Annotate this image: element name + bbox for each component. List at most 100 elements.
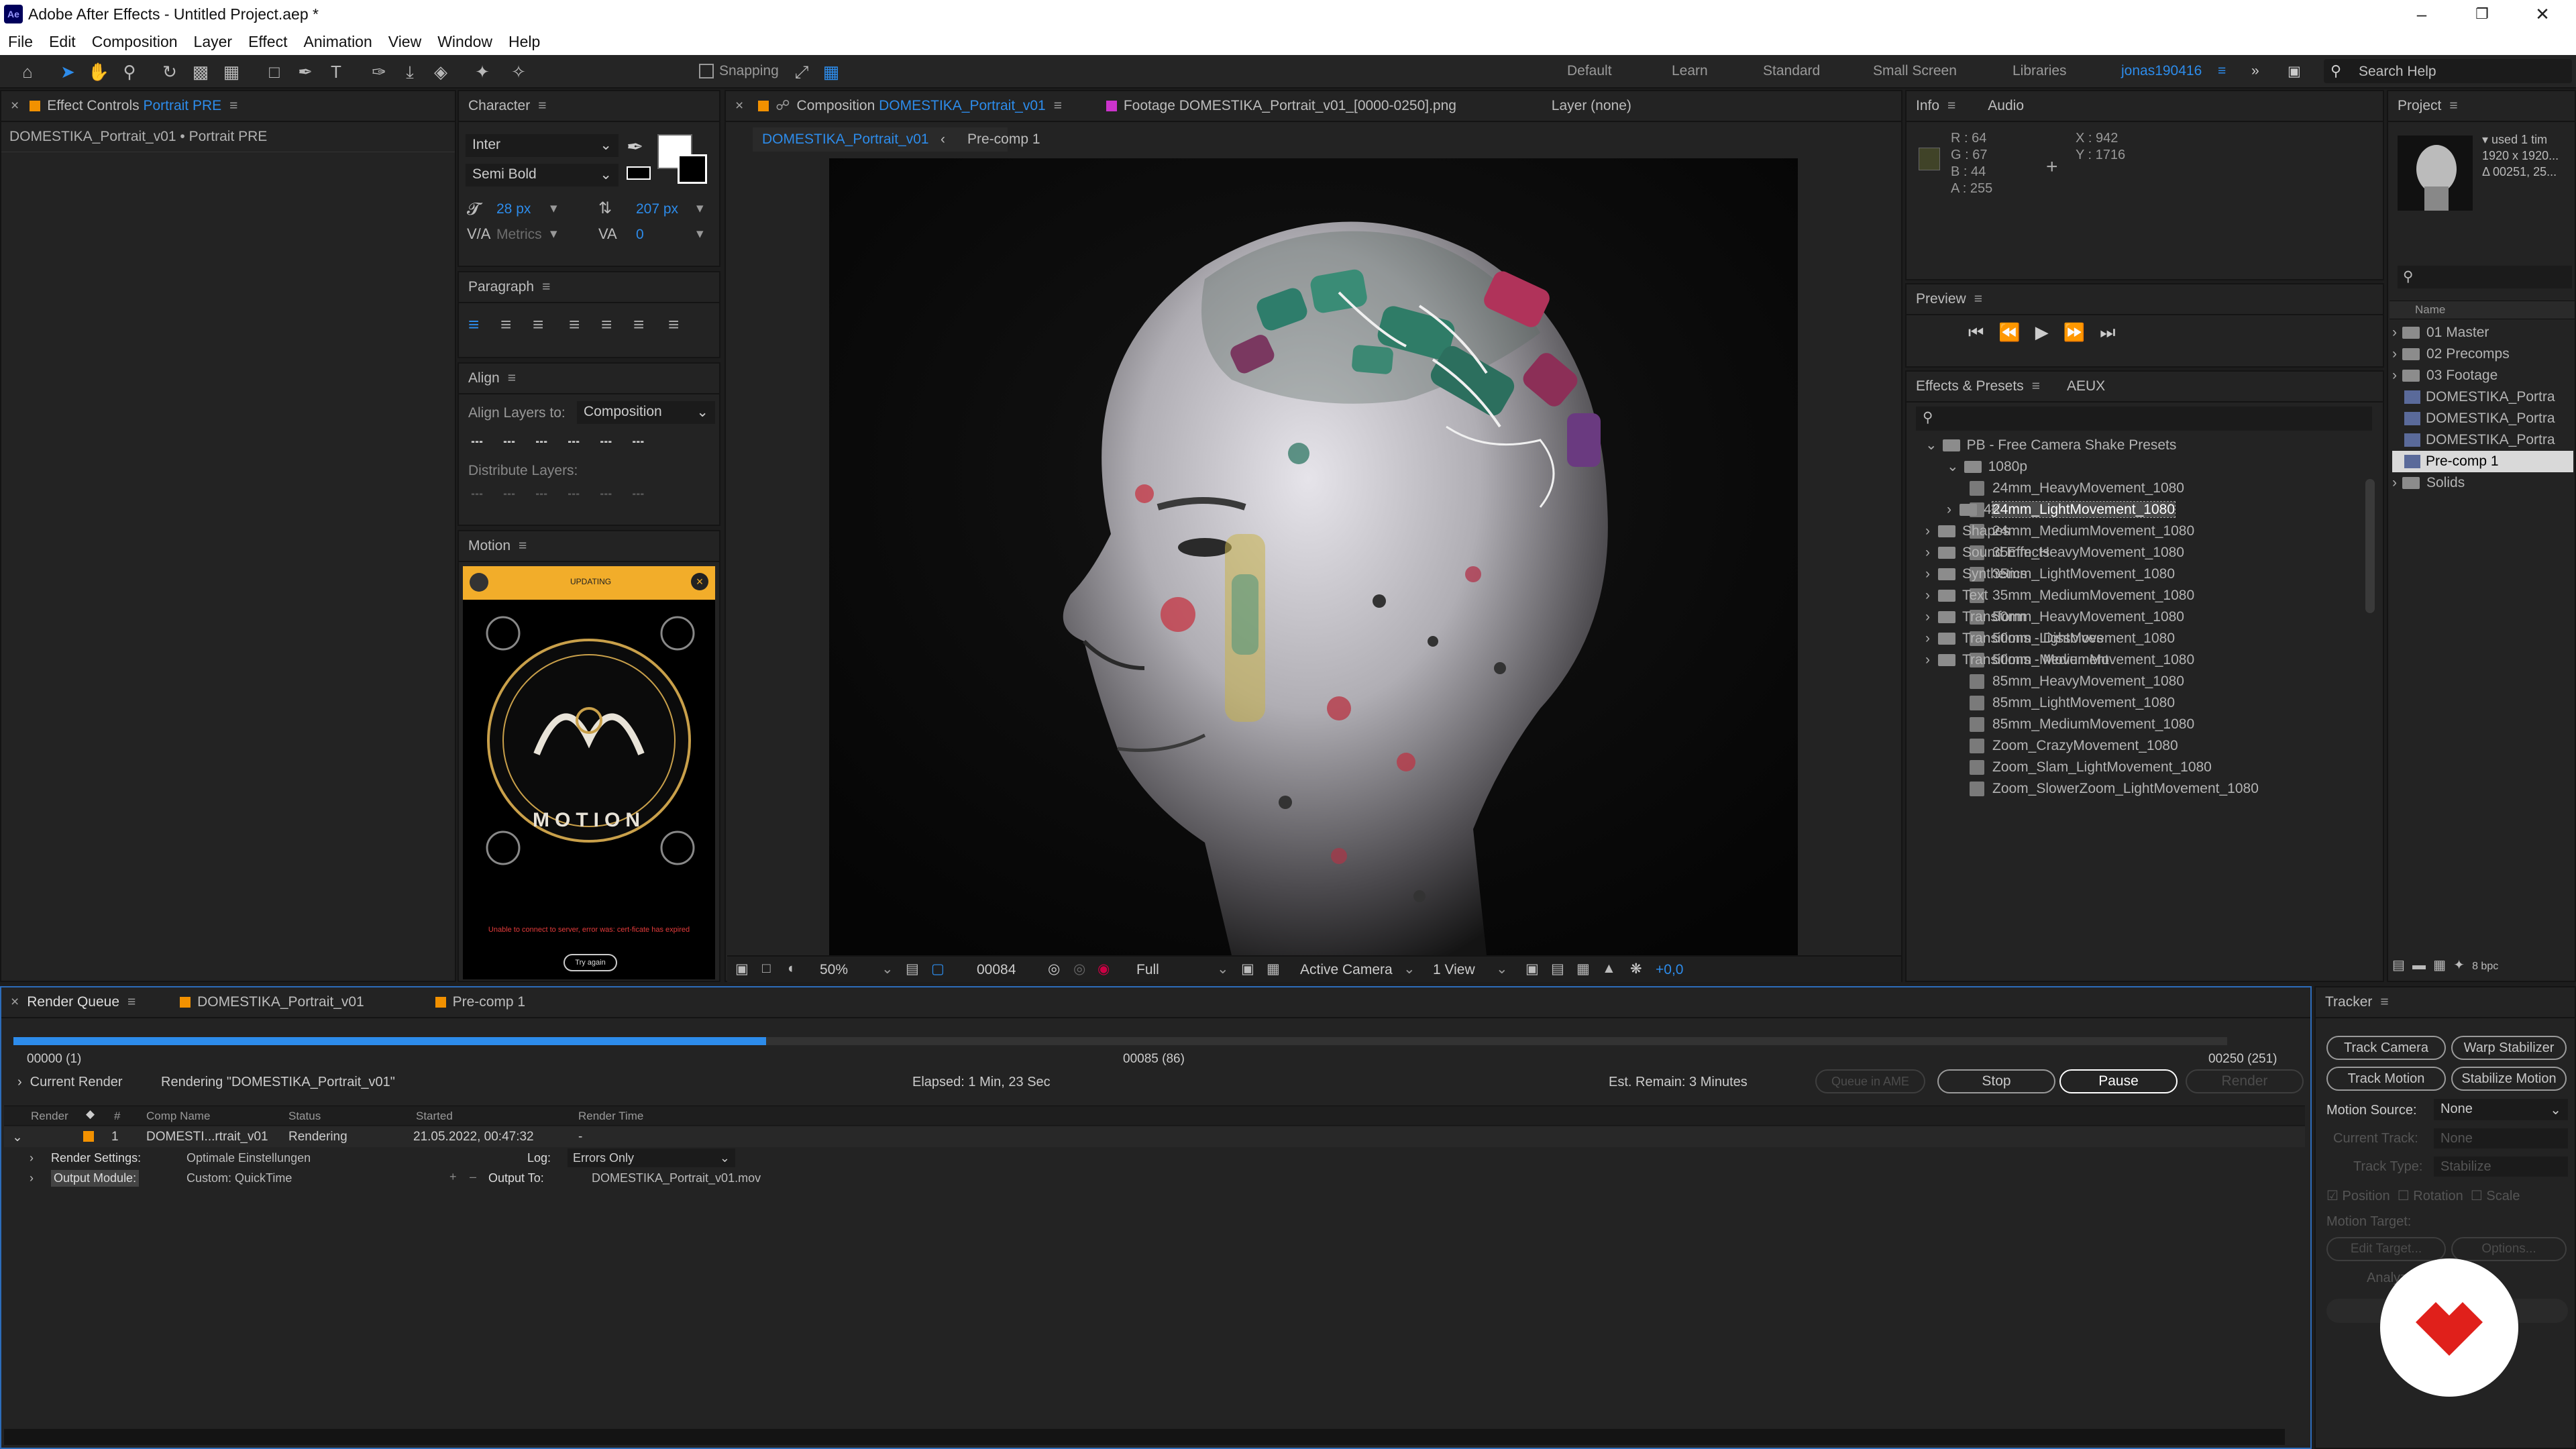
- first-frame-icon[interactable]: ⏮: [1968, 322, 1998, 342]
- render-button[interactable]: Render: [2186, 1069, 2304, 1093]
- previous-frame-icon[interactable]: ⏪: [1998, 322, 2035, 342]
- flowchart-icon[interactable]: ✦: [2453, 958, 2465, 973]
- align-buttons-row[interactable]: ┄┄┄┄┄┄: [471, 431, 664, 454]
- breadcrumb-other[interactable]: Pre-comp 1: [967, 131, 1040, 148]
- more-workspaces-icon[interactable]: »: [2251, 63, 2259, 79]
- snap-grid-icon[interactable]: ▦: [820, 60, 843, 83]
- chevron-down-icon[interactable]: ▾: [550, 200, 557, 217]
- zoom-tool-icon[interactable]: ⚲: [118, 60, 141, 83]
- show-snapshot-icon[interactable]: ◎: [1073, 961, 1085, 977]
- workspace-default[interactable]: Default: [1567, 63, 1612, 79]
- menu-help[interactable]: Help: [500, 28, 548, 55]
- pen-tool-icon[interactable]: ✒: [294, 60, 317, 83]
- audio-tab[interactable]: Audio: [1988, 98, 2024, 113]
- exposure-reset-icon[interactable]: ❋: [1630, 961, 1642, 977]
- workspace-menu-icon[interactable]: ≡: [2218, 63, 2226, 79]
- col-render-time[interactable]: Render Time: [578, 1110, 643, 1123]
- align-left-icon[interactable]: ≡: [468, 314, 479, 335]
- col-started[interactable]: Started: [416, 1110, 453, 1123]
- chevron-down-icon[interactable]: ⌄: [1217, 961, 1229, 977]
- views-value[interactable]: 1 View: [1433, 962, 1475, 978]
- black-white-swatch[interactable]: [627, 166, 651, 180]
- menu-window[interactable]: Window: [429, 28, 500, 55]
- chevron-down-icon[interactable]: ▾: [550, 225, 557, 242]
- snap-icon[interactable]: ⤢: [790, 60, 813, 83]
- resolution-value[interactable]: Full: [1136, 962, 1159, 978]
- transparency-grid-icon[interactable]: ▦: [1267, 961, 1280, 977]
- eraser-tool-icon[interactable]: ◈: [429, 60, 452, 83]
- timeline-icon[interactable]: ▦: [1576, 961, 1590, 977]
- panel-menu-icon[interactable]: ≡: [2449, 98, 2457, 113]
- workspace-standard[interactable]: Standard: [1763, 63, 1820, 79]
- zoom-value[interactable]: 50%: [820, 962, 848, 978]
- render-queue-scrollbar[interactable]: [4, 1429, 2285, 1445]
- panel-menu-icon[interactable]: ≡: [1974, 291, 1982, 307]
- tracking-value[interactable]: 0: [636, 227, 644, 243]
- menu-effect[interactable]: Effect: [240, 28, 295, 55]
- rectangle-tool-icon[interactable]: □: [263, 60, 286, 83]
- col-status[interactable]: Status: [288, 1110, 321, 1123]
- render-queue-tab[interactable]: Render Queue: [27, 994, 119, 1010]
- workspace-learn[interactable]: Learn: [1672, 63, 1708, 79]
- composition-tab-name[interactable]: DOMESTIKA_Portrait_v01: [879, 98, 1046, 113]
- preset-item[interactable]: 85mm_LightMovement_1080: [1925, 692, 2368, 714]
- panel-menu-icon[interactable]: ≡: [542, 279, 550, 294]
- chevron-down-icon[interactable]: ⌄: [881, 961, 894, 977]
- menu-layer[interactable]: Layer: [186, 28, 241, 55]
- workspace-libraries[interactable]: Libraries: [2012, 63, 2067, 79]
- effects-presets-tab[interactable]: Effects & Presets: [1916, 378, 2024, 394]
- menu-edit[interactable]: Edit: [41, 28, 84, 55]
- track-camera-button[interactable]: Track Camera: [2326, 1036, 2446, 1060]
- lock-icon[interactable]: ☍: [775, 98, 790, 113]
- font-family-select[interactable]: Inter ⌄: [466, 134, 619, 157]
- preset-item[interactable]: Zoom_SlowerZoom_LightMovement_1080: [1925, 778, 2368, 800]
- panel-menu-icon[interactable]: ≡: [538, 98, 546, 113]
- justify-center-icon[interactable]: ≡: [601, 314, 612, 335]
- chevron-right-icon[interactable]: ›: [30, 1151, 34, 1165]
- brush-tool-icon[interactable]: ✑: [368, 60, 390, 83]
- next-frame-icon[interactable]: ⏩: [2063, 322, 2100, 342]
- chevron-down-icon[interactable]: ⌄: [1496, 961, 1508, 977]
- align-right-icon[interactable]: ≡: [533, 314, 543, 335]
- effect-controls-tab[interactable]: Effect Controls: [47, 98, 139, 113]
- font-size-value[interactable]: 28 px: [496, 201, 531, 217]
- motion-source-select[interactable]: None ⌄: [2434, 1099, 2568, 1120]
- rotate-tool-icon[interactable]: ↻: [158, 60, 181, 83]
- panel-menu-icon[interactable]: ≡: [508, 370, 516, 386]
- composition-tab-label[interactable]: Composition: [797, 98, 875, 113]
- mask-icon[interactable]: ◐: [788, 961, 796, 977]
- snapshot-icon[interactable]: ◎: [1048, 961, 1060, 977]
- align-to-select[interactable]: Composition ⌄: [577, 401, 715, 424]
- home-icon[interactable]: ⌂: [16, 60, 39, 83]
- track-motion-button[interactable]: Track Motion: [2326, 1067, 2446, 1091]
- motion-close-icon[interactable]: ×: [691, 573, 708, 590]
- pan-behind-tool-icon[interactable]: ▦: [220, 60, 243, 83]
- timeline-tab-main[interactable]: DOMESTIKA_Portrait_v01: [197, 994, 364, 1010]
- project-search-input[interactable]: ⚲: [2398, 266, 2572, 288]
- minimize-icon[interactable]: –: [2402, 3, 2442, 25]
- justify-left-icon[interactable]: ≡: [569, 314, 580, 335]
- footage-tab[interactable]: Footage DOMESTIKA_Portrait_v01_[0000-025…: [1124, 98, 1456, 113]
- panel-menu-icon[interactable]: ≡: [2032, 378, 2040, 394]
- log-select[interactable]: Errors Only ⌄: [568, 1148, 735, 1167]
- panel-menu-icon[interactable]: ≡: [127, 994, 136, 1010]
- leading-value[interactable]: 207 px: [636, 201, 678, 217]
- project-item[interactable]: DOMESTIKA_Portra: [2392, 429, 2573, 451]
- font-style-select[interactable]: Semi Bold ⌄: [466, 164, 619, 186]
- bit-depth[interactable]: 8 bpc: [2472, 961, 2498, 972]
- preset-item[interactable]: Zoom_Slam_LightMovement_1080: [1925, 757, 2368, 778]
- lock-icon[interactable]: [30, 101, 41, 112]
- close-icon[interactable]: ✕: [2522, 3, 2563, 25]
- project-item[interactable]: › 03 Footage: [2392, 365, 2573, 386]
- effects-scrollbar[interactable]: [2365, 479, 2375, 613]
- effect-controls-target[interactable]: Portrait PRE: [143, 98, 221, 113]
- region-of-interest-icon[interactable]: ▣: [1241, 961, 1254, 977]
- workspace-panel-icon[interactable]: ▣: [2288, 63, 2301, 80]
- fit-icon[interactable]: ▤: [906, 961, 919, 977]
- eyedropper-icon[interactable]: ✒: [627, 136, 643, 159]
- layer-tab[interactable]: Layer (none): [1552, 98, 1631, 113]
- project-item[interactable]: › Solids: [2392, 472, 2573, 494]
- camera-value[interactable]: Active Camera: [1300, 962, 1393, 978]
- chevron-right-icon[interactable]: ›: [17, 1075, 22, 1089]
- stabilize-motion-button[interactable]: Stabilize Motion: [2451, 1067, 2567, 1091]
